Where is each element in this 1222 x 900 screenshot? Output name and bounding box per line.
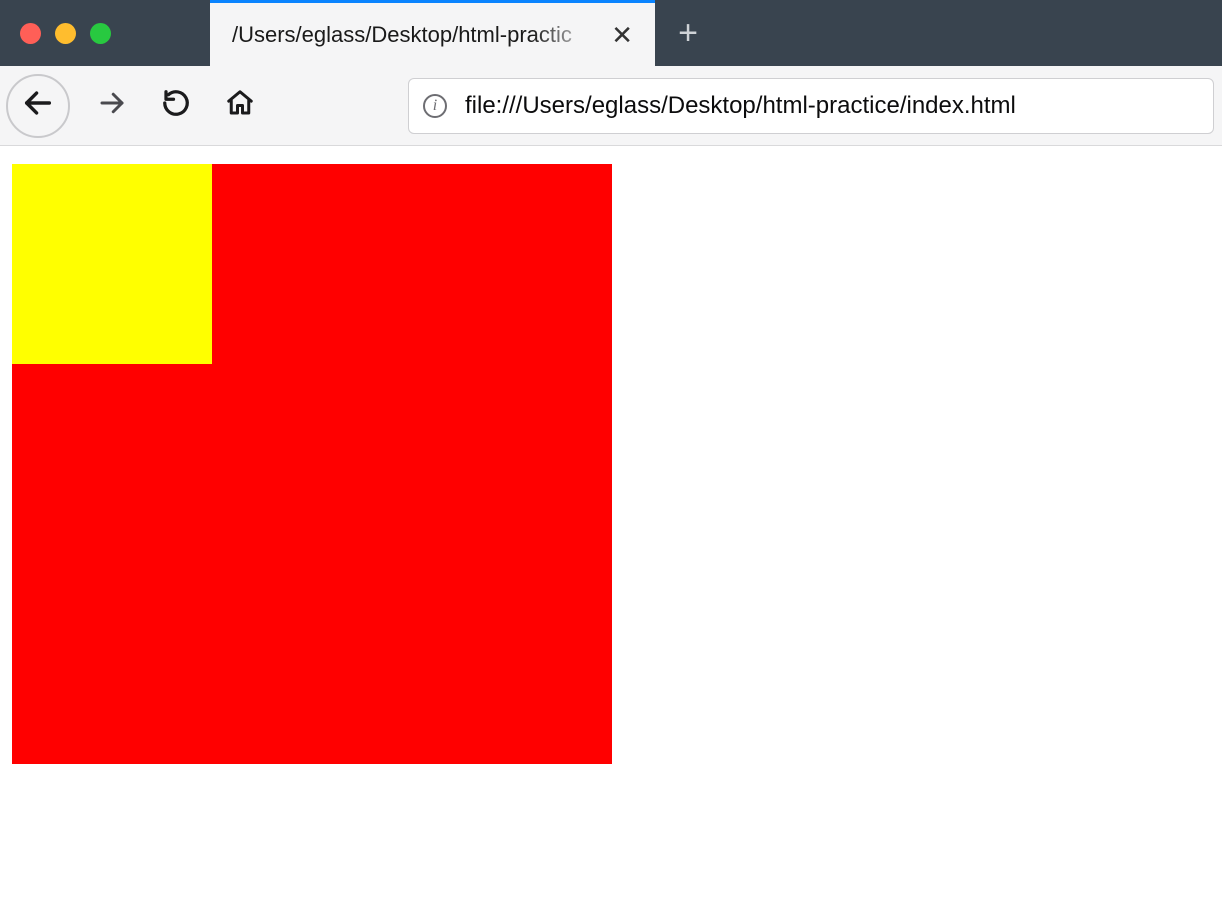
window-minimize-button[interactable] (55, 23, 76, 44)
titlebar: /Users/eglass/Desktop/html-practic ✕ + (0, 0, 1222, 66)
tab-title: /Users/eglass/Desktop/html-practic (232, 22, 607, 48)
url-text: file:///Users/eglass/Desktop/html-practi… (465, 92, 1016, 120)
window-close-button[interactable] (20, 23, 41, 44)
close-tab-icon[interactable]: ✕ (607, 22, 637, 48)
window-controls (0, 0, 210, 66)
arrow-right-icon (97, 88, 127, 123)
back-button[interactable] (6, 74, 70, 138)
arrow-left-icon (21, 86, 55, 125)
reload-button[interactable] (148, 78, 204, 134)
reload-icon (161, 88, 191, 123)
address-bar[interactable]: i file:///Users/eglass/Desktop/html-prac… (408, 78, 1214, 134)
yellow-box (12, 164, 212, 364)
window-maximize-button[interactable] (90, 23, 111, 44)
browser-tab[interactable]: /Users/eglass/Desktop/html-practic ✕ (210, 0, 655, 66)
home-button[interactable] (212, 78, 268, 134)
new-tab-button[interactable]: + (655, 0, 721, 66)
toolbar: i file:///Users/eglass/Desktop/html-prac… (0, 66, 1222, 146)
red-box (12, 164, 612, 764)
page-content (0, 146, 1222, 764)
plus-icon: + (678, 16, 698, 50)
site-info-icon[interactable]: i (423, 94, 447, 118)
forward-button[interactable] (84, 78, 140, 134)
home-icon (225, 88, 255, 123)
